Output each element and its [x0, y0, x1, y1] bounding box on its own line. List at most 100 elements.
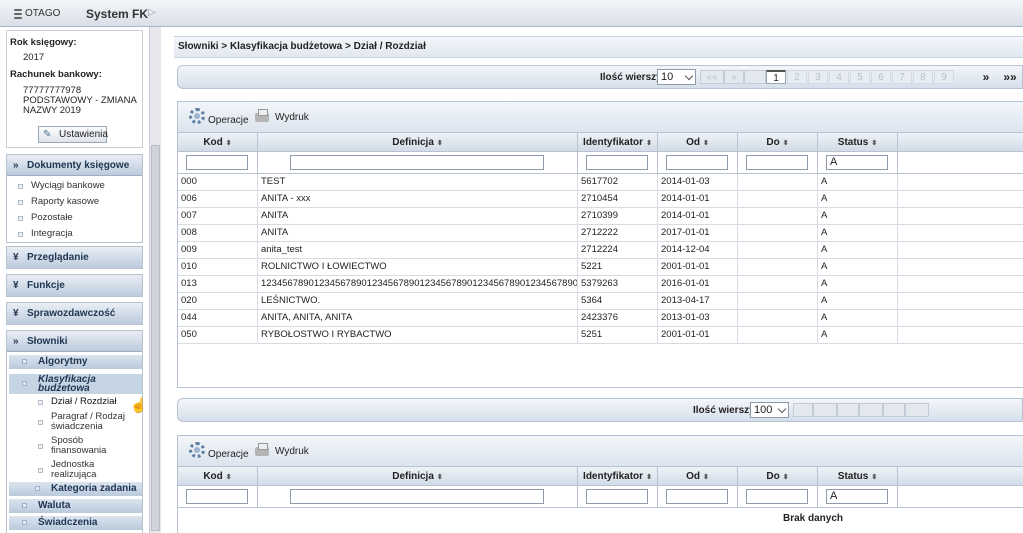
nav-item-waluta[interactable]: Waluta: [9, 499, 142, 513]
filter-input-do[interactable]: [746, 155, 808, 170]
nav-item-sposob[interactable]: Sposób finansowania: [38, 436, 106, 456]
column-header-kod[interactable]: Kod ⬍: [178, 467, 258, 486]
prev-page-button[interactable]: «: [724, 70, 744, 84]
nav-item-kategoria[interactable]: Kategoria zadania: [9, 482, 142, 496]
column-header-od[interactable]: Od ⬍: [658, 467, 738, 486]
sort-icon[interactable]: ⬍: [437, 474, 443, 481]
sort-icon[interactable]: ⬍: [646, 140, 652, 147]
panel-header-funkcje[interactable]: ¥ Funkcje: [7, 275, 142, 296]
page-7-button[interactable]: 7: [892, 70, 912, 84]
panel-header-sprawozdawczosc[interactable]: ¥ Sprawozdawczość: [7, 303, 142, 324]
sort-icon[interactable]: ⬍: [871, 474, 877, 481]
filter-input-od[interactable]: [666, 489, 728, 504]
column-header-identyfikator[interactable]: Identyfikator ⬍: [578, 133, 658, 152]
column-header-label: Od: [686, 471, 700, 482]
sort-icon[interactable]: ⬍: [226, 474, 232, 481]
filter-input-kod[interactable]: [186, 155, 248, 170]
filter-input-kod[interactable]: [186, 489, 248, 504]
nav-item-algorytmy[interactable]: Algorytmy: [9, 355, 142, 369]
panel-header-przegladanie[interactable]: ¥ Przeglądanie: [7, 247, 142, 268]
table-row[interactable]: 008 ANITA 2712222 2017-01-01 A: [178, 225, 1023, 242]
sort-icon[interactable]: ⬍: [783, 140, 789, 147]
table-row[interactable]: 013 1234567890123456789012345678901234567…: [178, 276, 1023, 293]
sidebar-scrollbar[interactable]: [149, 27, 161, 533]
filter-input-status[interactable]: A: [826, 155, 888, 170]
sort-icon[interactable]: ⬍: [783, 474, 789, 481]
nav-item-paragraf[interactable]: Paragraf / Rodzaj świadczenia: [38, 412, 125, 432]
nav-item-jednostka[interactable]: Jednostka realizująca: [38, 460, 96, 480]
first-page-button[interactable]: ««: [700, 70, 724, 84]
column-header-od[interactable]: Od ⬍: [658, 133, 738, 152]
column-header-label: Definicja: [392, 471, 434, 482]
filter-input-od[interactable]: [666, 155, 728, 170]
sort-icon[interactable]: ⬍: [703, 140, 709, 147]
filter-input-identyfikator[interactable]: [586, 155, 648, 170]
filter-input-status[interactable]: A: [826, 489, 888, 504]
printer-icon[interactable]: [255, 443, 269, 456]
print-button[interactable]: Wydruk: [275, 112, 309, 123]
page-5-button[interactable]: 5: [850, 70, 870, 84]
nav-item-integracja[interactable]: Integracja: [18, 228, 73, 239]
panel-header-dokumenty[interactable]: » Dokumenty księgowe: [7, 155, 142, 176]
column-header-status[interactable]: Status ⬍: [818, 467, 898, 486]
rows-per-page-select[interactable]: 100: [750, 402, 789, 418]
table-row[interactable]: 020 LEŚNICTWO. 5364 2013-04-17 A: [178, 293, 1023, 310]
page-2-button[interactable]: 2: [787, 70, 807, 84]
column-header-definicja[interactable]: Definicja ⬍: [258, 133, 578, 152]
nav-item-klasyfikacja[interactable]: Klasyfikacja budżetowa: [9, 374, 142, 394]
print-button[interactable]: Wydruk: [275, 446, 309, 457]
rows-per-page-select[interactable]: 10: [657, 69, 696, 85]
gear-icon[interactable]: [189, 108, 205, 124]
page-1-button[interactable]: 1: [766, 70, 786, 84]
column-header-do[interactable]: Do ⬍: [738, 133, 818, 152]
settings-button[interactable]: ✎ Ustawienia: [38, 126, 108, 143]
sort-icon[interactable]: ⬍: [871, 140, 877, 147]
operations-button[interactable]: Operacje: [208, 115, 249, 126]
expand-chevron-icon: ¥: [13, 252, 19, 263]
nav-item-wyciagi[interactable]: Wyciągi bankowe: [18, 180, 105, 191]
sort-icon[interactable]: ⬍: [703, 474, 709, 481]
nav-item-raporty[interactable]: Raporty kasowe: [18, 196, 99, 207]
page-9-button[interactable]: 9: [934, 70, 954, 84]
filter-input-definicja[interactable]: [290, 489, 544, 504]
printer-icon[interactable]: [255, 109, 269, 122]
page-spacer: [744, 70, 766, 84]
filter-input-identyfikator[interactable]: [586, 489, 648, 504]
sort-icon[interactable]: ⬍: [437, 140, 443, 147]
table-row[interactable]: 050 RYBOŁOSTWO I RYBACTWO 5251 2001-01-01 A: [178, 327, 1023, 344]
page-4-button[interactable]: 4: [829, 70, 849, 84]
scrollbar-thumb[interactable]: [151, 145, 160, 531]
panel-header-slowniki[interactable]: » Słowniki: [7, 331, 142, 352]
page-8-button[interactable]: 8: [913, 70, 933, 84]
cell-status: A: [818, 208, 898, 225]
table-row[interactable]: 000 TEST 5617702 2014-01-03 A: [178, 174, 1023, 191]
nav-item-swiadczenia[interactable]: Świadczenia: [9, 516, 142, 530]
app-logo[interactable]: OTAGO: [14, 8, 60, 19]
page-3-button[interactable]: 3: [808, 70, 828, 84]
cell-definicja: ROLNICTWO I ŁOWIECTWO: [258, 259, 578, 276]
table-row[interactable]: 007 ANITA 2710399 2014-01-01 A: [178, 208, 1023, 225]
fiscal-year-value: 2017: [23, 52, 45, 63]
operations-button[interactable]: Operacje: [208, 449, 249, 460]
next-page-button[interactable]: »: [978, 70, 994, 84]
filter-input-definicja[interactable]: [290, 155, 544, 170]
prev-page-button: [813, 403, 837, 417]
last-page-button[interactable]: »»: [1000, 70, 1020, 84]
expand-arrow-icon[interactable]: ▷: [148, 7, 156, 18]
nav-item-pozostale[interactable]: Pozostałe: [18, 212, 73, 223]
gear-icon[interactable]: [189, 442, 205, 458]
column-header-do[interactable]: Do ⬍: [738, 467, 818, 486]
page-6-button[interactable]: 6: [871, 70, 891, 84]
table-row[interactable]: 009 anita_test 2712224 2014-12-04 A: [178, 242, 1023, 259]
table-row[interactable]: 010 ROLNICTWO I ŁOWIECTWO 5221 2001-01-01 A: [178, 259, 1023, 276]
table-row[interactable]: 044 ANITA, ANITA, ANITA 2423376 2013-01-03 A: [178, 310, 1023, 327]
table-row[interactable]: 006 ANITA - xxx 2710454 2014-01-01 A: [178, 191, 1023, 208]
column-header-identyfikator[interactable]: Identyfikator ⬍: [578, 467, 658, 486]
column-header-kod[interactable]: Kod ⬍: [178, 133, 258, 152]
sort-icon[interactable]: ⬍: [646, 474, 652, 481]
filter-input-do[interactable]: [746, 489, 808, 504]
nav-item-dzial-rozdzial[interactable]: Dział / Rozdział: [38, 397, 116, 407]
column-header-definicja[interactable]: Definicja ⬍: [258, 467, 578, 486]
column-header-status[interactable]: Status ⬍: [818, 133, 898, 152]
sort-icon[interactable]: ⬍: [226, 140, 232, 147]
